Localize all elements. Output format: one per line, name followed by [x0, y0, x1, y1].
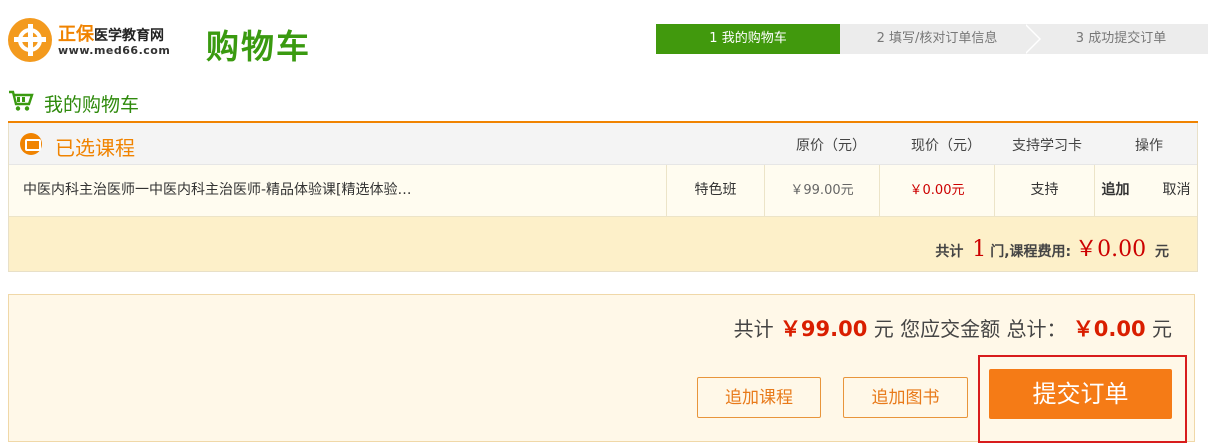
step-my-cart: 1 我的购物车 [656, 24, 855, 54]
section-title: 我的购物车 [44, 94, 140, 116]
totals-payable-label: 元 您应交金额 总计： [873, 317, 1067, 341]
course-fee-amount: ￥0.00 [1075, 237, 1147, 262]
total-original-amount: ￥99.00 [779, 317, 868, 341]
step-submit-success: 3 成功提交订单 [1024, 24, 1208, 54]
cart-table: 已选课程 原价（元） 现价（元） 支持学习卡 操作 中医内科主治医师一中医内科主… [8, 123, 1198, 272]
subtotal-label: 门,课程费用: [990, 244, 1072, 260]
totals-prefix: 共计 [733, 317, 774, 341]
site-logo[interactable]: 正保医学教育网 www.med66.com [8, 18, 183, 62]
subtotal-prefix: 共计 [935, 244, 964, 260]
tv-icon [20, 133, 42, 155]
current-price: ￥0.00元 [879, 165, 994, 216]
course-type: 特色班 [666, 165, 764, 216]
total-payable-amount: ￥0.00 [1072, 317, 1146, 341]
cart-icon [9, 90, 34, 111]
logo-url: www.med66.com [58, 44, 171, 57]
col-study-card: 支持学习卡 [1012, 138, 1082, 154]
original-price: ￥99.00元 [764, 165, 879, 216]
table-footer: 共计 1 门,课程费用: ￥0.00 元 [9, 217, 1197, 271]
page-title: 购物车 [206, 27, 311, 66]
submit-order-button[interactable]: 提交订单 [989, 369, 1172, 419]
totals-unit: 元 [1152, 317, 1172, 341]
col-actions: 操作 [1135, 138, 1163, 154]
cart-section-header: 我的购物车 [8, 86, 1198, 116]
order-summary: 共计 ￥99.00 元 您应交金额 总计： ￥0.00 元 追加课程 追加图书 … [8, 294, 1195, 443]
progress-steps: 1 我的购物车 2 填写/核对订单信息 3 成功提交订单 [656, 24, 1208, 54]
add-book-button[interactable]: 追加图书 [843, 377, 968, 418]
add-course-link[interactable]: 追加 [1102, 182, 1130, 198]
logo-brand-cn: 正保 [58, 24, 94, 45]
step-fill-order-info: 2 填写/核对订单信息 [840, 24, 1041, 54]
subtotal-unit: 元 [1155, 244, 1169, 260]
add-course-button[interactable]: 追加课程 [697, 377, 821, 418]
cancel-course-link[interactable]: 取消 [1162, 182, 1190, 198]
row-actions: 追加 取消 [1094, 165, 1197, 216]
col-current-price: 现价（元） [911, 138, 981, 154]
course-subtotal: 共计 1 门,课程费用: ￥0.00 元 [935, 231, 1169, 263]
order-totals: 共计 ￥99.00 元 您应交金额 总计： ￥0.00 元 [734, 313, 1172, 343]
course-name[interactable]: 中医内科主治医师一中医内科主治医师-精品体验课[精选体验… [9, 165, 666, 216]
col-original-price: 原价（元） [796, 138, 866, 154]
logo-mark-icon [8, 18, 52, 62]
selected-courses-title: 已选课程 [55, 136, 135, 160]
study-card-support: 支持 [994, 165, 1094, 216]
table-header: 已选课程 原价（元） 现价（元） 支持学习卡 操作 [9, 123, 1197, 165]
logo-brand-sub: 医学教育网 [94, 28, 164, 44]
course-count: 1 [972, 237, 987, 262]
table-row: 中医内科主治医师一中医内科主治医师-精品体验课[精选体验… 特色班 ￥99.00… [9, 165, 1197, 217]
logo-brand: 正保医学教育网 [58, 20, 164, 46]
